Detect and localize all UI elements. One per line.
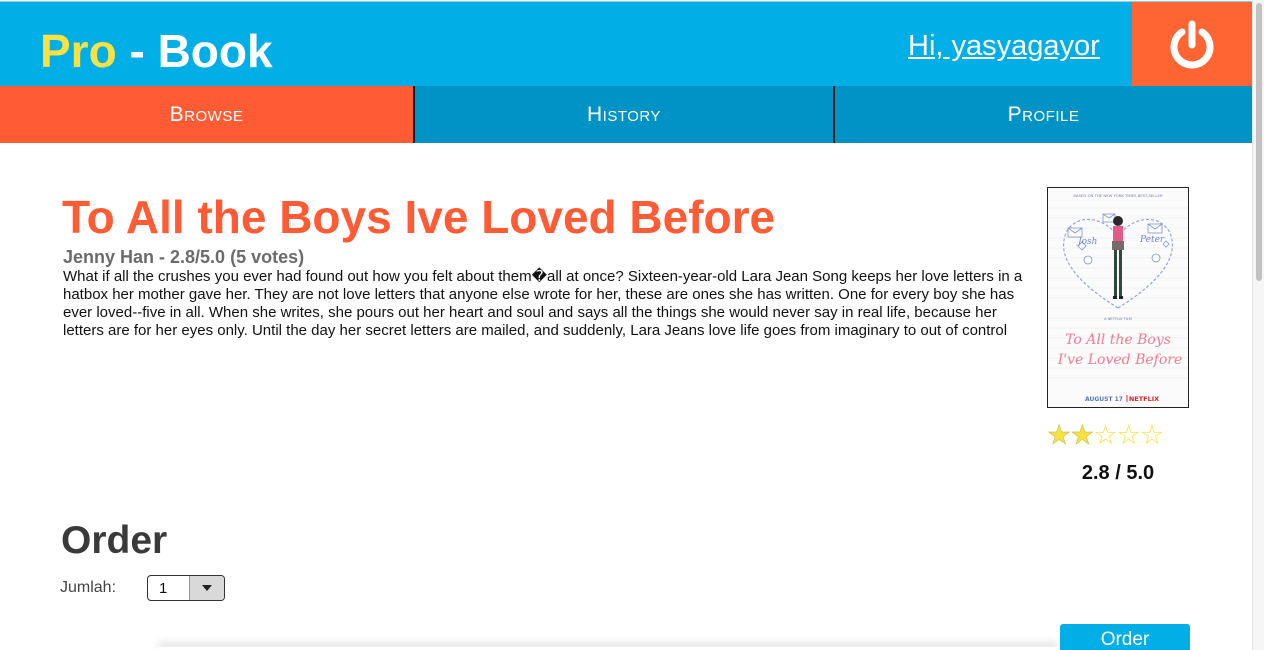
app-logo: Pro - Book	[40, 25, 273, 77]
star-filled-icon: ★	[1047, 420, 1072, 450]
page-scrollbar[interactable]	[1252, 0, 1264, 650]
power-icon	[1170, 20, 1214, 68]
cover-date: AUGUST 17	[1085, 396, 1123, 403]
app-header: Pro - Book Hi, yasyagayor	[0, 1, 1252, 87]
book-author-rating: Jenny Han - 2.8/5.0 (5 votes)	[63, 247, 305, 267]
svg-text:Josh: Josh	[1076, 237, 1097, 247]
quantity-value: 1	[159, 580, 168, 597]
order-button[interactable]: Order	[1060, 624, 1190, 650]
star-filled-icon: ★	[1070, 420, 1095, 450]
scrollbar-thumb[interactable]	[1256, 3, 1262, 281]
star-empty-icon: ☆	[1139, 420, 1164, 450]
rating-stars: ★★☆☆☆	[1047, 420, 1189, 450]
cover-top-line: BASED ON THE NEW YORK TIMES BEST-SELLER	[1073, 193, 1163, 198]
logo-pro: Pro	[40, 25, 117, 77]
cover-title-line1: To All the Boys	[1065, 332, 1171, 348]
user-greeting-link[interactable]: Hi, yasyagayor	[908, 28, 1100, 64]
chevron-down-icon[interactable]	[189, 576, 224, 600]
star-empty-icon: ☆	[1093, 420, 1117, 450]
star-empty-icon: ☆	[1116, 420, 1141, 450]
tab-profile[interactable]: Profile	[835, 86, 1252, 143]
logo-book: - Book	[116, 25, 273, 77]
logout-button[interactable]	[1132, 2, 1252, 87]
cover-studio: A NETFLIX FILM	[1104, 317, 1132, 321]
cover-brand: NETFLIX	[1129, 395, 1159, 403]
book-title: To All the Boys Ive Loved Before	[62, 191, 776, 243]
cover-title-line2: I've Loved Before	[1057, 352, 1183, 368]
tab-browse[interactable]: Browse	[0, 86, 415, 143]
rating-text: 2.8 / 5.0	[1081, 462, 1155, 484]
book-description: What if all the crushes you ever had fou…	[63, 268, 1023, 339]
quantity-select[interactable]: 1	[147, 575, 225, 601]
svg-text:Peter: Peter	[1139, 235, 1165, 245]
tab-history[interactable]: History	[415, 86, 835, 143]
order-heading: Order	[61, 519, 168, 562]
quantity-label: Jumlah:	[60, 579, 117, 596]
page: Pro - Book Hi, yasyagayor Browse History…	[0, 0, 1252, 650]
book-cover-image: Josh Peter BASED ON THE NEW YORK TIMES B…	[1047, 187, 1189, 408]
main-nav: Browse History Profile	[0, 86, 1252, 143]
